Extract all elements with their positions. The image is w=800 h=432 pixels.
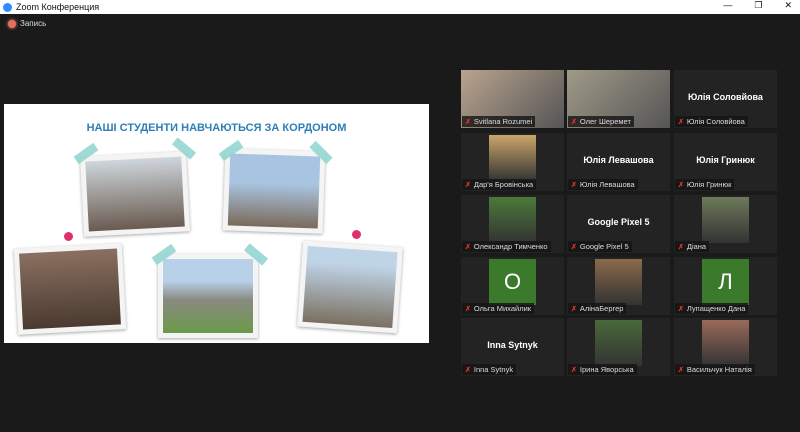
participant-name-label: ✗ Google Pixel 5 bbox=[568, 241, 632, 252]
recording-indicator[interactable]: Запись bbox=[8, 19, 46, 28]
muted-mic-icon: ✗ bbox=[678, 305, 684, 313]
slide-title: НАШІ СТУДЕНТИ НАВЧАЮТЬСЯ ЗА КОРДОНОМ bbox=[86, 122, 347, 134]
participant-name: Васильчук Наталія bbox=[686, 365, 752, 374]
participant-name: Inna Sytnyk bbox=[473, 365, 514, 374]
participant-display-name: Юлія Левашова bbox=[583, 155, 654, 165]
participant-name-label: ✗ Ольга Михайлик bbox=[462, 303, 535, 314]
participant-name: Олександр Тимченко bbox=[473, 242, 548, 251]
participant-photo bbox=[702, 320, 749, 366]
muted-mic-icon: ✗ bbox=[465, 305, 471, 313]
muted-mic-icon: ✗ bbox=[678, 243, 684, 251]
muted-mic-icon: ✗ bbox=[465, 181, 471, 189]
muted-mic-icon: ✗ bbox=[571, 243, 577, 251]
participant-photo bbox=[595, 320, 642, 366]
participant-name: Діана bbox=[686, 242, 707, 251]
participant-photo bbox=[489, 135, 536, 181]
participant-tile[interactable]: ✗ Діана bbox=[674, 195, 777, 253]
muted-mic-icon: ✗ bbox=[678, 366, 684, 374]
participant-tile[interactable]: Inna Sytnyk ✗ Inna Sytnyk bbox=[461, 318, 564, 376]
participant-name-label: ✗ Svitlana Rozumei bbox=[462, 116, 536, 127]
participant-name-label: ✗ Inna Sytnyk bbox=[462, 364, 517, 375]
participant-name: Svitlana Rozumei bbox=[473, 117, 533, 126]
minimize-button[interactable]: — bbox=[723, 0, 732, 11]
participant-photo bbox=[489, 197, 536, 243]
muted-mic-icon: ✗ bbox=[571, 305, 577, 313]
participant-name: Дар'я Бровінська bbox=[473, 180, 534, 189]
participant-name-label: ✗ Олександр Тимченко bbox=[462, 241, 551, 252]
participant-name: Ольга Михайлик bbox=[473, 304, 532, 313]
participant-name: Ірина Яворська bbox=[579, 365, 634, 374]
muted-mic-icon: ✗ bbox=[571, 366, 577, 374]
muted-mic-icon: ✗ bbox=[678, 181, 684, 189]
pin-icon bbox=[64, 232, 73, 241]
pin-icon bbox=[352, 230, 361, 239]
participant-display-name: Юлія Соловйова bbox=[688, 92, 763, 102]
participant-name-label: ✗ Юлія Левашова bbox=[568, 179, 638, 190]
participant-tile[interactable]: Юлія Гринюк ✗ Юлія Гринюк bbox=[674, 133, 777, 191]
participant-tile[interactable]: ✗ АлінаБергер bbox=[567, 257, 670, 315]
muted-mic-icon: ✗ bbox=[465, 243, 471, 251]
participant-tile[interactable]: ✗ Svitlana Rozumei bbox=[461, 70, 564, 128]
slide-photo-3 bbox=[13, 243, 127, 335]
recording-label: Запись bbox=[20, 19, 47, 28]
participant-tile[interactable]: ✗ Ірина Яворська bbox=[567, 318, 670, 376]
participant-tile[interactable]: Л ✗ Лупащенко Дана bbox=[674, 257, 777, 315]
slide-photo-2 bbox=[222, 148, 326, 234]
participant-name: Юлія Соловйова bbox=[686, 117, 745, 126]
participant-tile[interactable]: ✗ Олександр Тимченко bbox=[461, 195, 564, 253]
shared-screen-slide: НАШІ СТУДЕНТИ НАВЧАЮТЬСЯ ЗА КОРДОНОМ bbox=[4, 104, 429, 343]
participant-display-name: Google Pixel 5 bbox=[587, 217, 650, 227]
participant-name-label: ✗ Діана bbox=[675, 241, 710, 252]
participant-tile[interactable]: ✗ Васильчук Наталія bbox=[674, 318, 777, 376]
participant-name-label: ✗ Ірина Яворська bbox=[568, 364, 637, 375]
participant-name-label: ✗ Юлія Гринюк bbox=[675, 179, 735, 190]
participant-name: Олег Шеремет bbox=[579, 117, 631, 126]
participant-name-label: ✗ Васильчук Наталія bbox=[675, 364, 755, 375]
participant-tile[interactable]: Юлія Левашова ✗ Юлія Левашова bbox=[567, 133, 670, 191]
muted-mic-icon: ✗ bbox=[571, 181, 577, 189]
zoom-logo-icon bbox=[3, 2, 12, 12]
participant-tile[interactable]: Google Pixel 5 ✗ Google Pixel 5 bbox=[567, 195, 670, 253]
participant-display-name: Inna Sytnyk bbox=[487, 340, 538, 350]
title-bar: Zoom Конференция — ❐ ✕ bbox=[0, 0, 800, 14]
close-button[interactable]: ✕ bbox=[784, 0, 792, 11]
participant-name-label: ✗ Юлія Соловйова bbox=[675, 116, 748, 127]
participant-avatar: О bbox=[489, 259, 536, 305]
participant-name-label: ✗ Олег Шеремет bbox=[568, 116, 634, 127]
slide-photo-1 bbox=[79, 151, 191, 237]
window-title: Zoom Конференция bbox=[16, 2, 100, 12]
participant-photo bbox=[595, 259, 642, 305]
muted-mic-icon: ✗ bbox=[465, 366, 471, 374]
participant-display-name: Юлія Гринюк bbox=[696, 155, 755, 165]
participant-avatar: Л bbox=[702, 259, 749, 305]
participant-name: АлінаБергер bbox=[579, 304, 624, 313]
slide-photo-4 bbox=[158, 254, 258, 338]
muted-mic-icon: ✗ bbox=[465, 118, 471, 126]
participant-name: Юлія Гринюк bbox=[686, 180, 732, 189]
participant-tile[interactable]: Юлія Соловйова ✗ Юлія Соловйова bbox=[674, 70, 777, 128]
record-icon bbox=[8, 19, 16, 28]
participant-photo bbox=[702, 197, 749, 243]
participant-name-label: ✗ Дар'я Бровінська bbox=[462, 179, 537, 190]
muted-mic-icon: ✗ bbox=[678, 118, 684, 126]
maximize-button[interactable]: ❐ bbox=[754, 0, 762, 11]
participant-name-label: ✗ АлінаБергер bbox=[568, 303, 627, 314]
participant-tile[interactable]: ✗ Олег Шеремет bbox=[567, 70, 670, 128]
participant-name-label: ✗ Лупащенко Дана bbox=[675, 303, 749, 314]
participant-tile[interactable]: О ✗ Ольга Михайлик bbox=[461, 257, 564, 315]
participant-name: Лупащенко Дана bbox=[686, 304, 746, 313]
participant-name: Юлія Левашова bbox=[579, 180, 635, 189]
participant-name: Google Pixel 5 bbox=[579, 242, 629, 251]
participant-tile[interactable]: ✗ Дар'я Бровінська bbox=[461, 133, 564, 191]
slide-photo-5 bbox=[297, 240, 403, 334]
muted-mic-icon: ✗ bbox=[571, 118, 577, 126]
